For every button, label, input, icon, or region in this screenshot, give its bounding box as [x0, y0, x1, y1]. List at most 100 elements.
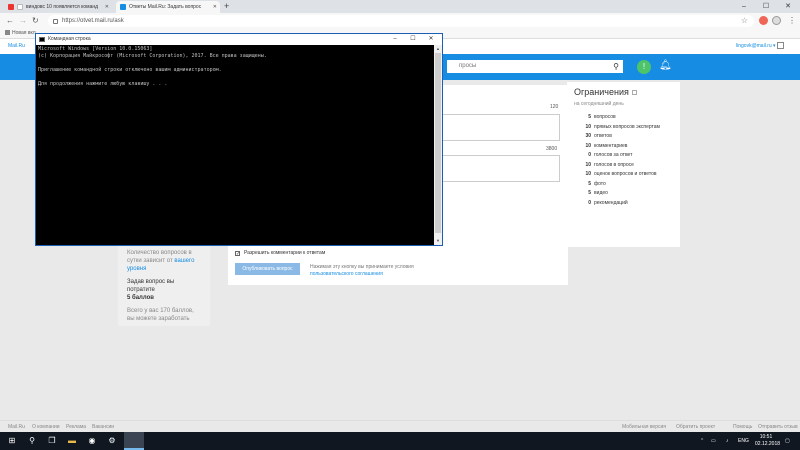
allow-comments-row[interactable]: ✓ Разрешить комментарии к ответам	[235, 250, 325, 256]
scroll-thumb[interactable]	[435, 53, 441, 233]
calendar-icon[interactable]	[777, 42, 784, 49]
task-view-icon[interactable]: ❐	[46, 435, 58, 447]
bookmark-item[interactable]: Новая вкл	[12, 30, 36, 36]
limit-count: 5	[588, 190, 591, 196]
console-minimize-button[interactable]: –	[386, 34, 404, 45]
address-bar[interactable]: https://otvet.mail.ru/ask ☆	[48, 15, 754, 27]
limits-subtitle: на сегодняшний день	[574, 101, 624, 107]
search-icon[interactable]: ⚲	[613, 60, 619, 73]
limit-label: голосов за ответ	[594, 152, 633, 158]
notifications-icon[interactable]: ▢	[785, 432, 790, 450]
ask-question-icon[interactable]: !	[637, 60, 651, 74]
new-tab-button[interactable]: +	[224, 1, 229, 11]
user-menu[interactable]: lingovk@mail.ru ▾	[736, 43, 776, 49]
clock-date: 02.12.2018	[755, 441, 781, 447]
console-maximize-button[interactable]: ☐	[404, 34, 422, 45]
close-window-button[interactable]: ✕	[777, 0, 799, 13]
question-title-field[interactable]	[442, 114, 560, 141]
console-line: Приглашение командной строки отключено в…	[38, 67, 222, 73]
limit-row: 0 голосов за ответ	[574, 151, 673, 161]
limit-count: 0	[588, 199, 591, 206]
cmd-taskbar-button[interactable]	[124, 432, 144, 450]
tab-otvety[interactable]: Ответы Mail.Ru: Задать вопрос ✕	[116, 1, 220, 13]
search-placeholder: просы	[459, 63, 477, 69]
limits-list: 5 вопросов 10 прямых вопросов экспертам 30 от…	[574, 113, 673, 208]
limit-row: 5 фото	[574, 180, 673, 190]
language-indicator[interactable]: ENG	[738, 432, 749, 450]
console-titlebar[interactable]: Командная строка – ☐ ✕	[36, 34, 442, 45]
mailru-logo[interactable]: Mail.Ru	[8, 43, 25, 49]
console-line: Для продолжения нажмите любую клавишу . …	[38, 81, 168, 87]
url-text: https://otvet.mail.ru/ask	[62, 18, 124, 24]
command-prompt-window[interactable]: Командная строка – ☐ ✕ Microsoft Windows…	[35, 33, 443, 246]
extension-icon[interactable]	[759, 16, 768, 25]
allow-comments-label: Разрешить комментарии к ответам	[244, 250, 326, 256]
forward-icon[interactable]: →	[19, 16, 27, 26]
close-icon[interactable]: ✕	[105, 4, 109, 10]
console-output[interactable]: Microsoft Windows [Version 10.0.15063] (c…	[36, 45, 433, 245]
console-close-button[interactable]: ✕	[422, 34, 440, 45]
bell-icon[interactable]: 🔔︎	[659, 59, 672, 73]
tab-label: виндовс 10 появляется команд	[26, 4, 99, 10]
network-icon[interactable]: ▭	[711, 432, 716, 450]
search-icon[interactable]: ⚲	[26, 435, 38, 447]
limit-count: 0	[588, 152, 591, 158]
browser-toolbar: ← → ↻ https://otvet.mail.ru/ask ☆ ⋮	[0, 13, 800, 29]
settings-icon[interactable]: ⚙	[106, 435, 118, 447]
browser-tab-bar: виндовс 10 появляется команд ✕ Ответы Ma…	[0, 0, 800, 13]
scroll-up-icon[interactable]: ▲	[434, 46, 442, 51]
youtube-icon	[8, 4, 14, 10]
minimize-button[interactable]: –	[733, 0, 755, 13]
publish-button[interactable]: Опубликовать вопрос	[235, 263, 300, 275]
limit-row: 5 вопросов	[574, 113, 673, 123]
limit-label: видео	[594, 190, 608, 196]
scroll-down-icon[interactable]: ▼	[434, 238, 442, 243]
cost-text: Задав вопрос вы потратите	[127, 279, 175, 293]
file-explorer-icon[interactable]: ▬	[66, 435, 78, 447]
limit-label: прямых вопросов экспертам	[594, 123, 660, 130]
page-footer: Mail.Ru О компании Реклама Вакансии Моби…	[0, 420, 800, 432]
maximize-button[interactable]: ☐	[755, 0, 777, 13]
console-title: Командная строка	[48, 36, 91, 42]
taskbar-clock[interactable]: 10:51 02.12.2018	[755, 434, 781, 448]
tab-label: Ответы Mail.Ru: Задать вопрос	[129, 4, 202, 10]
limit-row: 5 видео	[574, 189, 673, 199]
limit-count: 10	[585, 123, 591, 130]
windows-start-icon[interactable]: ⊞	[6, 435, 18, 447]
volume-icon[interactable]: ♪	[726, 432, 729, 450]
cost-value: 5 баллов	[127, 295, 154, 301]
limit-count: 5	[588, 114, 591, 120]
limit-label: голосов в опросе	[594, 161, 634, 168]
info-icon[interactable]	[631, 90, 637, 95]
limit-row: 30 ответов	[574, 132, 673, 142]
console-scrollbar[interactable]: ▲ ▼	[434, 45, 442, 245]
limit-row: 10 комментариев	[574, 142, 673, 152]
chrome-icon[interactable]: ◉	[86, 435, 98, 447]
menu-icon[interactable]: ⋮	[788, 16, 796, 26]
limit-row: 10 голосов в опросе	[574, 161, 673, 171]
limit-count: 5	[588, 180, 591, 187]
profile-icon[interactable]	[772, 16, 781, 25]
windows-taskbar: ⊞ ⚲ ❐ ▬ ◉ ⚙ ⌃ ▭ ♪ ENG 10:51 02.12.2018 ▢	[0, 432, 800, 450]
star-icon[interactable]: ☆	[741, 16, 748, 25]
tray-chevron-icon[interactable]: ⌃	[700, 432, 704, 450]
lock-icon	[53, 18, 58, 24]
publish-note: Нажимая эту кнопку вы принимаете условия…	[310, 264, 414, 278]
google-icon	[17, 4, 23, 10]
limit-count: 30	[585, 133, 591, 139]
search-input[interactable]: просы ⚲	[447, 60, 623, 73]
question-text-field[interactable]	[442, 155, 560, 182]
limit-label: комментариев	[594, 142, 628, 149]
terms-link[interactable]: пользовательского соглашения	[310, 271, 414, 278]
cmd-icon	[39, 37, 45, 42]
close-icon[interactable]: ✕	[213, 4, 217, 10]
reload-icon[interactable]: ↻	[32, 16, 39, 26]
text-counter: 3800	[546, 146, 558, 152]
points-info-card: Количество вопросов в сутки зависит от в…	[118, 244, 210, 326]
limit-count: 10	[585, 171, 591, 177]
tab-search[interactable]: виндовс 10 появляется команд ✕	[4, 1, 112, 13]
console-line: Microsoft Windows [Version 10.0.15063]	[38, 46, 153, 52]
back-icon[interactable]: ←	[6, 16, 14, 26]
allow-comments-checkbox[interactable]: ✓	[235, 250, 240, 256]
